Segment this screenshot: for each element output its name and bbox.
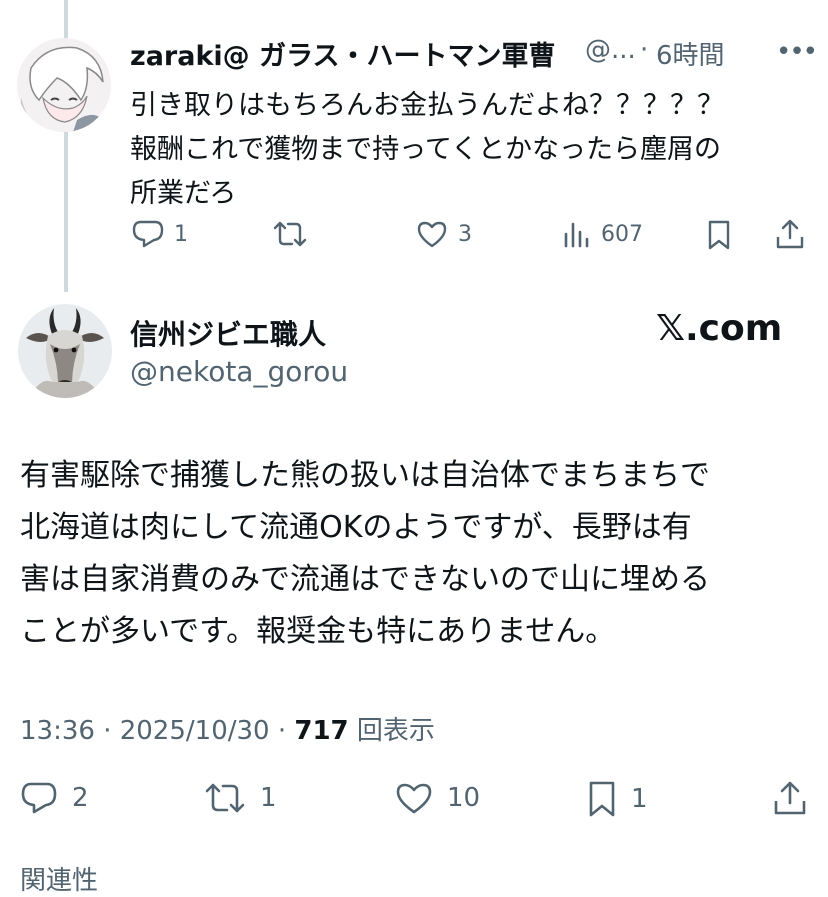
share-button[interactable] [772,779,808,817]
reply-separator: · [640,35,649,65]
retweet-icon [273,221,307,247]
reply-like-count: 3 [458,221,472,247]
bookmark-icon [589,781,615,817]
reply-text-line: 報酬これで獲物まで持ってくとかなったら塵屑の [130,134,722,165]
tweet-timestamp[interactable]: 13:36 · 2025/10/30 · [20,716,294,746]
reply-text: 引き取りはもちろんお金払うんだよね？？？？？ 報酬これで獲物まで持ってくとかなっ… [130,84,810,216]
bookmark-button[interactable]: 1 [587,780,648,818]
heart-icon [396,783,432,814]
reply-time[interactable]: 6時間 [656,35,725,72]
share-icon [774,781,806,815]
reply-reply-button[interactable]: 1 [132,219,188,249]
reply-count: 2 [72,783,89,813]
retweet-count: 1 [260,783,277,813]
analytics-icon [564,222,589,248]
retweet-icon [205,783,245,813]
reply-text-line: 所業だろ [130,178,237,209]
bookmark-count: 1 [631,784,648,814]
reply-share-button[interactable] [775,218,805,250]
reply-button[interactable]: 2 [20,781,89,815]
tweet-text-line: 有害駆除で捕獲した熊の扱いは自治体でまちまちで [20,458,710,493]
like-count: 10 [447,783,481,813]
tweet-view-label: 回表示 [348,716,435,746]
section-heading-cut-off: 関連性 [20,866,99,896]
share-icon [776,219,804,249]
x-com-watermark: 𝕏.com [656,308,783,349]
tweet-text-line: 害は自家消費のみで流通はできないので山に埋める [20,562,710,597]
reply-count: 1 [174,221,188,247]
retweet-button[interactable]: 1 [204,782,277,814]
reply-avatar[interactable] [17,38,111,132]
author-avatar[interactable] [18,304,112,398]
reply-bookmark-button[interactable] [706,219,732,251]
reply-views-button[interactable]: 607 [563,220,643,248]
tweet-metadata: 13:36 · 2025/10/30 · 717 回表示 [20,710,435,747]
reply-author-name[interactable]: zaraki@ ガラス・ハートマン軍曹 [130,34,556,73]
author-name[interactable]: 信州ジビエ職人 [130,313,326,353]
bookmark-icon [708,220,730,250]
reply-text-line: 引き取りはもちろんお金払うんだよね？？？？？ [130,90,724,121]
like-button[interactable]: 10 [395,782,480,814]
tweet-view-count: 717 [294,716,349,746]
reply-author-handle[interactable]: @... [585,35,636,65]
comment-icon [132,220,164,248]
reply-retweet-button[interactable] [272,220,318,248]
reply-view-count: 607 [601,221,643,247]
author-handle[interactable]: @nekota_gorou [130,355,348,388]
tweet-text: 有害駆除で捕獲した熊の扱いは自治体でまちまちで 北海道は肉にして流通OKのようで… [20,450,810,658]
more-options-icon[interactable]: ••• [776,37,818,67]
heart-icon [417,221,447,248]
comment-icon [21,782,57,814]
tweet-text-line: 北海道は肉にして流通OKのようですが、長野は有 [20,510,692,545]
tweet-text-line: ことが多いです。報奨金も特にありません。 [20,614,616,649]
reply-like-button[interactable]: 3 [416,220,472,248]
